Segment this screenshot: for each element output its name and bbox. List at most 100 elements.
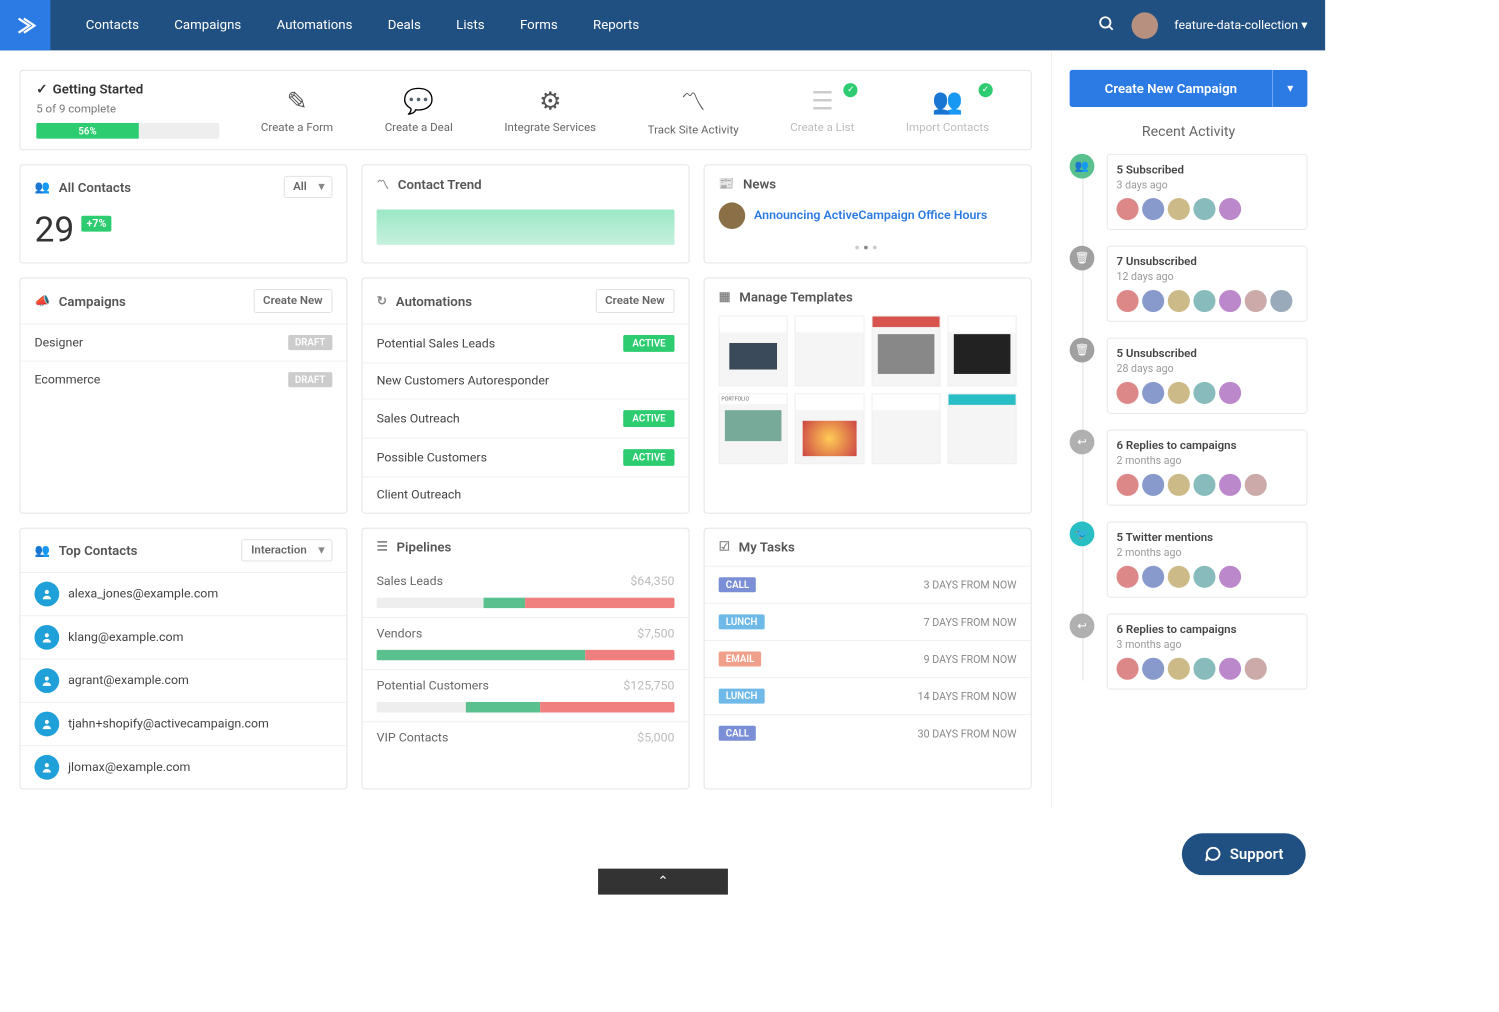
task-row[interactable]: CALL30 DAYS FROM NOW — [705, 714, 1031, 751]
campaign-row[interactable]: DesignerDRAFT — [20, 324, 346, 361]
top-nav: ContactsCampaignsAutomationsDealsListsFo… — [0, 0, 1325, 50]
pipeline-row[interactable]: Sales Leads$64,350 — [362, 566, 688, 598]
pipeline-bar — [377, 702, 675, 713]
news-headline-link[interactable]: Announcing ActiveCampaign Office Hours — [754, 209, 987, 223]
task-tag: CALL — [719, 726, 757, 741]
nav-forms[interactable]: Forms — [502, 0, 575, 50]
support-button[interactable]: Support — [1182, 833, 1306, 875]
check-icon: ✓ — [844, 83, 858, 97]
user-avatar[interactable] — [1132, 12, 1159, 39]
news-card: 📰 News Announcing ActiveCampaign Office … — [704, 164, 1032, 263]
gs-item-import-contacts[interactable]: 👥Import Contacts✓ — [906, 86, 989, 134]
top-contacts-card: 👥 Top Contacts Interaction alexa_jones@e… — [19, 528, 347, 790]
activity-avatar — [1116, 658, 1138, 680]
task-row[interactable]: LUNCH14 DAYS FROM NOW — [705, 677, 1031, 714]
template-thumbnail[interactable] — [871, 393, 940, 464]
activity-avatar — [1142, 382, 1164, 404]
automation-row[interactable]: Client Outreach — [362, 476, 688, 512]
template-thumbnail[interactable] — [947, 393, 1016, 464]
template-thumbnail[interactable] — [719, 316, 788, 387]
templates-card: ▦ Manage Templates — [704, 278, 1032, 514]
activity-item[interactable]: 🐦 5 Twitter mentions2 months ago — [1070, 522, 1308, 598]
contact-trend-card: 〽 Contact Trend — [362, 164, 690, 263]
activity-avatar — [1168, 658, 1190, 680]
activity-avatar — [1193, 474, 1215, 496]
task-row[interactable]: LUNCH7 DAYS FROM NOW — [705, 603, 1031, 640]
create-dropdown-button[interactable]: ▾ — [1272, 70, 1307, 107]
templates-title: Manage Templates — [739, 289, 853, 305]
activity-avatar — [1116, 198, 1138, 220]
contact-row[interactable]: alexa_jones@example.com — [20, 572, 346, 615]
contact-row[interactable]: agrant@example.com — [20, 659, 346, 702]
template-thumbnail[interactable] — [719, 393, 788, 464]
news-icon: 📰 — [719, 177, 734, 191]
activity-item[interactable]: 👥 5 Subscribed3 days ago — [1070, 154, 1308, 230]
activity-avatar — [1116, 382, 1138, 404]
trend-icon: 〽 — [681, 83, 706, 118]
activity-avatar — [1245, 474, 1267, 496]
activity-avatar — [1193, 290, 1215, 312]
automation-row[interactable]: Possible CustomersACTIVE — [362, 438, 688, 477]
contact-avatar-icon — [34, 668, 59, 693]
gs-item-track-site-activity[interactable]: 〽Track Site Activity — [648, 83, 739, 137]
expand-button[interactable]: ⌃ — [598, 869, 728, 895]
template-thumbnail[interactable] — [795, 316, 864, 387]
top-contacts-filter-dropdown[interactable]: Interaction — [241, 539, 332, 561]
draft-tag: DRAFT — [288, 372, 333, 387]
contact-row[interactable]: klang@example.com — [20, 615, 346, 658]
activity-avatar — [1219, 658, 1241, 680]
template-thumbnail[interactable] — [947, 316, 1016, 387]
task-row[interactable]: EMAIL9 DAYS FROM NOW — [705, 640, 1031, 677]
automations-card: ↻ Automations Create New Potential Sales… — [362, 278, 690, 514]
news-pagination-dots[interactable]: ●●● — [705, 243, 1031, 262]
gs-item-create-a-list[interactable]: ☰Create a List✓ — [790, 86, 854, 134]
gs-item-integrate-services[interactable]: ⚙Integrate Services — [504, 86, 596, 134]
activity-avatar — [1168, 198, 1190, 220]
automation-row[interactable]: New Customers Autoresponder — [362, 362, 688, 398]
active-tag: ACTIVE — [624, 410, 675, 427]
template-thumbnail[interactable] — [795, 393, 864, 464]
user-menu[interactable]: feature-data-collection ▾ — [1174, 18, 1307, 32]
create-campaign-button[interactable]: Create New — [253, 289, 332, 313]
campaign-row[interactable]: EcommerceDRAFT — [20, 361, 346, 398]
activity-avatar — [1219, 290, 1241, 312]
getting-started-title: Getting Started — [36, 81, 219, 97]
template-thumbnail[interactable] — [871, 316, 940, 387]
activity-item[interactable]: 🗑 7 Unsubscribed12 days ago — [1070, 246, 1308, 322]
activity-avatar — [1219, 474, 1241, 496]
search-icon[interactable] — [1098, 15, 1116, 36]
contacts-count: 29 — [34, 209, 74, 251]
task-row[interactable]: CALL3 DAYS FROM NOW — [705, 566, 1031, 603]
activity-item[interactable]: ↩ 6 Replies to campaigns3 months ago — [1070, 613, 1308, 689]
nav-lists[interactable]: Lists — [439, 0, 503, 50]
activity-item[interactable]: 🗑 5 Unsubscribed28 days ago — [1070, 338, 1308, 414]
contact-avatar-icon — [34, 582, 59, 607]
gs-item-create-a-form[interactable]: ✎Create a Form — [261, 86, 333, 134]
nav-campaigns[interactable]: Campaigns — [157, 0, 259, 50]
create-automation-button[interactable]: Create New — [595, 289, 674, 313]
automations-title: Automations — [396, 293, 472, 309]
pipeline-row[interactable]: Potential Customers$125,750 — [362, 670, 688, 702]
pipeline-row[interactable]: VIP Contacts$5,000 — [362, 722, 688, 754]
nav-reports[interactable]: Reports — [575, 0, 657, 50]
automation-row[interactable]: Sales OutreachACTIVE — [362, 399, 688, 438]
create-new-campaign-button[interactable]: Create New Campaign — [1070, 70, 1272, 107]
logo[interactable] — [0, 0, 50, 50]
activity-avatar — [1142, 290, 1164, 312]
users-icon: 👥 — [932, 86, 963, 115]
pipeline-row[interactable]: Vendors$7,500 — [362, 618, 688, 650]
main-nav: ContactsCampaignsAutomationsDealsListsFo… — [68, 0, 657, 50]
activity-item[interactable]: ↩ 6 Replies to campaigns2 months ago — [1070, 430, 1308, 506]
activity-avatar — [1193, 382, 1215, 404]
nav-deals[interactable]: Deals — [370, 0, 438, 50]
gs-item-create-a-deal[interactable]: 💬Create a Deal — [385, 86, 453, 134]
contact-row[interactable]: tjahn+shopify@activecampaign.com — [20, 702, 346, 745]
contact-row[interactable]: jlomax@example.com — [20, 745, 346, 788]
automation-row[interactable]: Potential Sales LeadsACTIVE — [362, 324, 688, 363]
contacts-filter-dropdown[interactable]: All — [283, 176, 332, 198]
nav-automations[interactable]: Automations — [259, 0, 370, 50]
nav-contacts[interactable]: Contacts — [68, 0, 157, 50]
users-icon: 👥 — [34, 180, 49, 194]
gear-icon: ⚙ — [539, 86, 561, 115]
pipelines-card: ☰ Pipelines Sales Leads$64,350Vendors$7,… — [362, 528, 690, 790]
